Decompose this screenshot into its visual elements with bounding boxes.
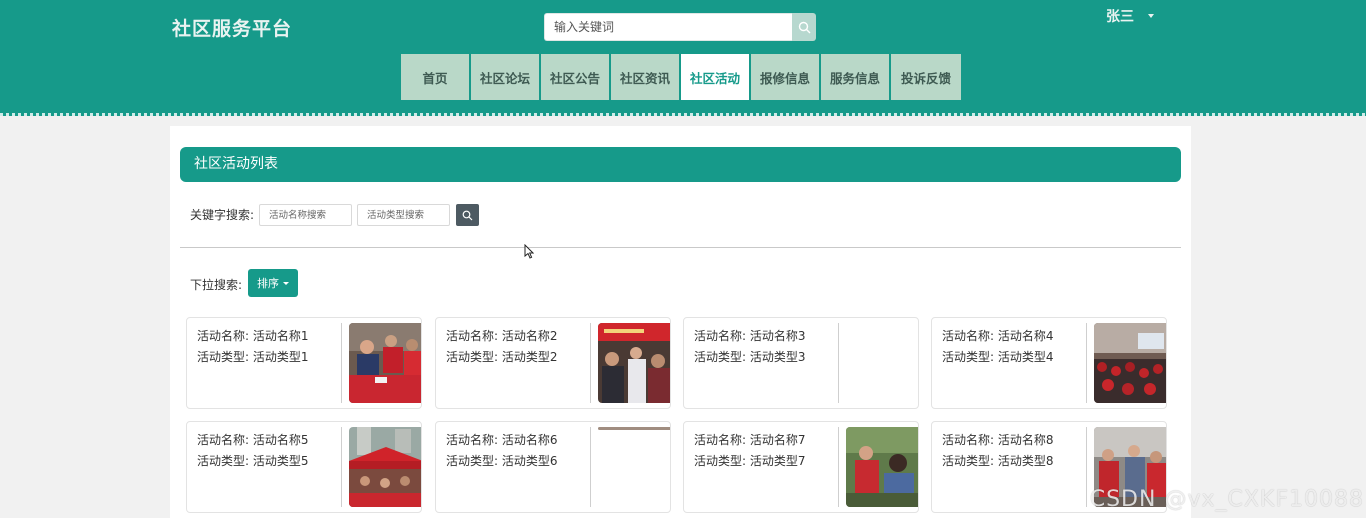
meeting-hall-audience-photo bbox=[1094, 323, 1166, 403]
global-search-button[interactable] bbox=[792, 13, 816, 41]
card-divider bbox=[838, 427, 839, 507]
activity-card[interactable]: 活动名称: 活动名称5 活动类型: 活动类型5 bbox=[186, 421, 422, 513]
activity-name: 活动名称: 活动名称1 bbox=[197, 329, 309, 343]
card-divider bbox=[590, 427, 591, 507]
nav-item-news[interactable]: 社区资讯 bbox=[611, 54, 681, 100]
user-menu[interactable]: 张三 bbox=[1106, 6, 1154, 26]
dropdown-search-label: 下拉搜索: bbox=[190, 278, 243, 292]
activity-type: 活动类型: 活动类型8 bbox=[942, 453, 1054, 468]
user-name: 张三 bbox=[1106, 9, 1134, 25]
nav-item-repair[interactable]: 报修信息 bbox=[751, 54, 821, 100]
main-content: 社区活动列表 关键字搜索: 下拉搜索: 排序 活动名称: 活动名称1 活动类型:… bbox=[170, 126, 1191, 518]
nav-item-notice[interactable]: 社区公告 bbox=[541, 54, 611, 100]
nav-item-forum[interactable]: 社区论坛 bbox=[471, 54, 541, 100]
nav-item-activity[interactable]: 社区活动 bbox=[681, 54, 751, 100]
activity-type: 活动类型: 活动类型6 bbox=[446, 453, 558, 468]
activity-name: 活动名称: 活动名称5 bbox=[197, 433, 309, 447]
card-divider bbox=[1086, 427, 1087, 507]
sort-dropdown-button[interactable]: 排序 bbox=[248, 269, 298, 297]
volunteers-at-red-table-photo bbox=[349, 323, 421, 403]
activity-name: 活动名称: 活动名称4 bbox=[942, 329, 1054, 343]
activity-type: 活动类型: 活动类型2 bbox=[446, 349, 558, 364]
divider bbox=[180, 247, 1181, 248]
activity-type: 活动类型: 活动类型4 bbox=[942, 349, 1054, 364]
sort-label: 排序 bbox=[257, 277, 279, 290]
filter-search-button[interactable] bbox=[456, 204, 479, 226]
mouse-cursor-icon bbox=[524, 244, 534, 259]
activity-name: 活动名称: 活动名称7 bbox=[694, 433, 806, 447]
section-title: 社区活动列表 bbox=[180, 147, 1181, 182]
card-divider bbox=[1086, 323, 1087, 403]
activity-type: 活动类型: 活动类型7 bbox=[694, 453, 806, 468]
nav-item-service[interactable]: 服务信息 bbox=[821, 54, 891, 100]
top-header: 社区服务平台 张三 首页 社区论坛 社区公告 社区资讯 社区活动 报修信息 服务… bbox=[0, 0, 1366, 116]
activity-type: 活动类型: 活动类型1 bbox=[197, 349, 309, 364]
site-logo[interactable]: 社区服务平台 bbox=[172, 14, 292, 41]
activity-card[interactable]: 活动名称: 活动名称7 活动类型: 活动类型7 bbox=[683, 421, 919, 513]
activity-card[interactable]: 活动名称: 活动名称2 活动类型: 活动类型2 bbox=[435, 317, 671, 409]
activity-name: 活动名称: 活动名称3 bbox=[694, 329, 806, 343]
activity-card[interactable]: 活动名称: 活动名称1 活动类型: 活动类型1 bbox=[186, 317, 422, 409]
chevron-down-icon bbox=[1148, 14, 1154, 18]
search-icon bbox=[798, 21, 810, 33]
chevron-down-icon bbox=[283, 281, 289, 285]
keyword-search-label: 关键字搜索: bbox=[190, 208, 255, 222]
red-tent-outdoor-photo bbox=[349, 427, 421, 507]
activity-card[interactable]: 活动名称: 活动名称6 活动类型: 活动类型6 bbox=[435, 421, 671, 513]
search-icon bbox=[462, 210, 473, 220]
broken-image-strip bbox=[598, 427, 670, 430]
activity-name: 活动名称: 活动名称2 bbox=[446, 329, 558, 343]
activity-card[interactable]: 活动名称: 活动名称3 活动类型: 活动类型3 bbox=[683, 317, 919, 409]
activity-type: 活动类型: 活动类型3 bbox=[694, 349, 806, 364]
activity-name: 活动名称: 活动名称6 bbox=[446, 433, 558, 447]
main-nav: 首页 社区论坛 社区公告 社区资讯 社区活动 报修信息 服务信息 投诉反馈 bbox=[401, 54, 961, 100]
global-search-input[interactable] bbox=[544, 13, 792, 41]
card-divider bbox=[341, 323, 342, 403]
activity-type: 活动类型: 活动类型5 bbox=[197, 453, 309, 468]
nav-item-home[interactable]: 首页 bbox=[401, 54, 471, 100]
nav-item-complaint[interactable]: 投诉反馈 bbox=[891, 54, 961, 100]
outdoor-haircut-service-photo bbox=[846, 427, 918, 507]
csdn-watermark: CSDN @vx_CXKF10088 bbox=[1089, 487, 1364, 512]
global-search bbox=[544, 13, 816, 41]
card-divider bbox=[838, 323, 839, 403]
activity-type-search-input[interactable] bbox=[357, 204, 450, 226]
red-banner-crowd-photo bbox=[598, 323, 670, 403]
activity-name: 活动名称: 活动名称8 bbox=[942, 433, 1054, 447]
card-divider bbox=[341, 427, 342, 507]
activity-card[interactable]: 活动名称: 活动名称4 活动类型: 活动类型4 bbox=[931, 317, 1167, 409]
activity-name-search-input[interactable] bbox=[259, 204, 352, 226]
card-divider bbox=[590, 323, 591, 403]
